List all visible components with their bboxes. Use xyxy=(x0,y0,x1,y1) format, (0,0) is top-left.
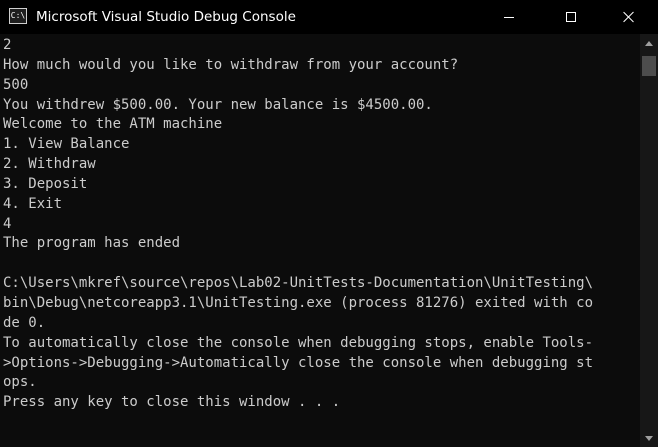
arrow-down-icon xyxy=(645,435,653,441)
maximize-button[interactable] xyxy=(548,0,594,34)
console-line: C:\Users\mkref\source\repos\Lab02-UnitTe… xyxy=(3,275,594,292)
maximize-icon xyxy=(566,12,576,22)
console-line: To automatically close the console when … xyxy=(3,334,594,351)
console-line: Welcome to the ATM machine xyxy=(3,116,223,133)
scroll-up-button[interactable] xyxy=(640,34,658,52)
arrow-up-icon xyxy=(645,40,653,46)
console-line: bin\Debug\netcoreapp3.1\UnitTesting.exe … xyxy=(3,294,594,311)
console-line: 500 xyxy=(3,76,29,93)
close-button[interactable] xyxy=(606,0,652,34)
console-line: 2. Withdraw xyxy=(3,156,96,173)
console-line: Press any key to close this window . . . xyxy=(3,394,341,411)
close-icon xyxy=(623,11,635,23)
console-output-text: 2 How much would you like to withdraw fr… xyxy=(0,34,640,413)
console-output-area[interactable]: 2 How much would you like to withdraw fr… xyxy=(0,34,640,447)
console-line: How much would you like to withdraw from… xyxy=(3,56,459,73)
console-app-icon: C:\ xyxy=(9,8,27,24)
vertical-scrollbar[interactable] xyxy=(640,34,658,447)
window-title: Microsoft Visual Studio Debug Console xyxy=(36,9,296,25)
console-line: You withdrew $500.00. Your new balance i… xyxy=(3,96,433,113)
console-line: The program has ended xyxy=(3,235,181,252)
console-line: 4. Exit xyxy=(3,195,63,212)
minimize-button[interactable] xyxy=(486,0,532,34)
console-line: 1. View Balance xyxy=(3,136,130,153)
debug-console-window: C:\ Microsoft Visual Studio Debug Consol… xyxy=(0,0,658,447)
scroll-down-button[interactable] xyxy=(640,429,658,447)
console-line: >Options->Debugging->Automatically close… xyxy=(3,354,594,371)
scroll-thumb[interactable] xyxy=(642,56,656,76)
title-bar[interactable]: C:\ Microsoft Visual Studio Debug Consol… xyxy=(0,0,658,34)
console-line: de 0. xyxy=(3,314,46,331)
console-line: ops. xyxy=(3,374,37,391)
console-line: 2 xyxy=(3,37,12,53)
console-line: 3. Deposit xyxy=(3,175,88,192)
minimize-icon xyxy=(504,16,514,18)
console-line: 4 xyxy=(3,215,12,232)
